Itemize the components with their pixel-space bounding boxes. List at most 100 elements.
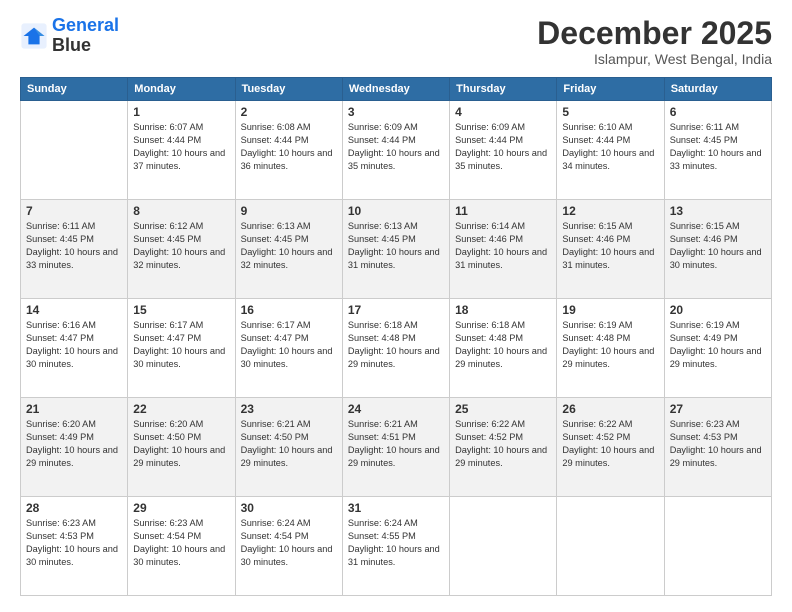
calendar-cell: 19 Sunrise: 6:19 AMSunset: 4:48 PMDayligh… (557, 299, 664, 398)
day-info: Sunrise: 6:20 AMSunset: 4:50 PMDaylight:… (133, 418, 229, 470)
day-number: 23 (241, 402, 337, 416)
day-info: Sunrise: 6:18 AMSunset: 4:48 PMDaylight:… (348, 319, 444, 371)
day-info: Sunrise: 6:13 AMSunset: 4:45 PMDaylight:… (348, 220, 444, 272)
day-number: 11 (455, 204, 551, 218)
day-number: 25 (455, 402, 551, 416)
calendar-cell: 10 Sunrise: 6:13 AMSunset: 4:45 PMDayligh… (342, 200, 449, 299)
calendar-cell: 8 Sunrise: 6:12 AMSunset: 4:45 PMDaylight… (128, 200, 235, 299)
calendar-cell: 3 Sunrise: 6:09 AMSunset: 4:44 PMDaylight… (342, 101, 449, 200)
location: Islampur, West Bengal, India (537, 51, 772, 67)
calendar-cell: 29Sunrise: 6:23 AMSunset: 4:54 PMDayligh… (128, 497, 235, 596)
day-info: Sunrise: 6:24 AMSunset: 4:55 PMDaylight:… (348, 517, 444, 569)
day-info: Sunrise: 6:11 AMSunset: 4:45 PMDaylight:… (670, 121, 766, 173)
day-info: Sunrise: 6:08 AMSunset: 4:44 PMDaylight:… (241, 121, 337, 173)
calendar-cell: 7 Sunrise: 6:11 AMSunset: 4:45 PMDaylight… (21, 200, 128, 299)
calendar-table: SundayMondayTuesdayWednesdayThursdayFrid… (20, 77, 772, 596)
day-info: Sunrise: 6:23 AMSunset: 4:53 PMDaylight:… (26, 517, 122, 569)
day-info: Sunrise: 6:13 AMSunset: 4:45 PMDaylight:… (241, 220, 337, 272)
day-number: 16 (241, 303, 337, 317)
calendar-cell: 21Sunrise: 6:20 AMSunset: 4:49 PMDayligh… (21, 398, 128, 497)
day-number: 6 (670, 105, 766, 119)
calendar-cell: 15 Sunrise: 6:17 AMSunset: 4:47 PMDayligh… (128, 299, 235, 398)
calendar-cell: 14Sunrise: 6:16 AMSunset: 4:47 PMDayligh… (21, 299, 128, 398)
calendar-cell: 1 Sunrise: 6:07 AMSunset: 4:44 PMDaylight… (128, 101, 235, 200)
header: General Blue December 2025 Islampur, Wes… (20, 16, 772, 67)
calendar-header-row: SundayMondayTuesdayWednesdayThursdayFrid… (21, 78, 772, 101)
day-number: 30 (241, 501, 337, 515)
day-number: 4 (455, 105, 551, 119)
calendar-cell: 31Sunrise: 6:24 AMSunset: 4:55 PMDayligh… (342, 497, 449, 596)
day-number: 17 (348, 303, 444, 317)
calendar-cell: 27 Sunrise: 6:23 AMSunset: 4:53 PMDayligh… (664, 398, 771, 497)
calendar-cell: 5Sunrise: 6:10 AMSunset: 4:44 PMDaylight… (557, 101, 664, 200)
day-number: 27 (670, 402, 766, 416)
day-number: 24 (348, 402, 444, 416)
weekday-header-sunday: Sunday (21, 78, 128, 101)
day-info: Sunrise: 6:22 AMSunset: 4:52 PMDaylight:… (562, 418, 658, 470)
calendar-cell: 2 Sunrise: 6:08 AMSunset: 4:44 PMDaylight… (235, 101, 342, 200)
calendar-cell (21, 101, 128, 200)
day-number: 20 (670, 303, 766, 317)
weekday-header-saturday: Saturday (664, 78, 771, 101)
day-number: 7 (26, 204, 122, 218)
day-number: 15 (133, 303, 229, 317)
logo-text: General Blue (52, 16, 119, 56)
day-number: 18 (455, 303, 551, 317)
calendar-cell: 17 Sunrise: 6:18 AMSunset: 4:48 PMDayligh… (342, 299, 449, 398)
day-number: 19 (562, 303, 658, 317)
calendar-cell: 25Sunrise: 6:22 AMSunset: 4:52 PMDayligh… (450, 398, 557, 497)
calendar-cell: 28Sunrise: 6:23 AMSunset: 4:53 PMDayligh… (21, 497, 128, 596)
logo-line1: General (52, 15, 119, 35)
day-number: 8 (133, 204, 229, 218)
calendar-cell: 13 Sunrise: 6:15 AMSunset: 4:46 PMDayligh… (664, 200, 771, 299)
day-info: Sunrise: 6:19 AMSunset: 4:48 PMDaylight:… (562, 319, 658, 371)
calendar-cell: 23 Sunrise: 6:21 AMSunset: 4:50 PMDayligh… (235, 398, 342, 497)
day-info: Sunrise: 6:15 AMSunset: 4:46 PMDaylight:… (670, 220, 766, 272)
calendar-week-5: 28Sunrise: 6:23 AMSunset: 4:53 PMDayligh… (21, 497, 772, 596)
calendar-cell: 11Sunrise: 6:14 AMSunset: 4:46 PMDayligh… (450, 200, 557, 299)
day-info: Sunrise: 6:21 AMSunset: 4:51 PMDaylight:… (348, 418, 444, 470)
calendar-cell (450, 497, 557, 596)
calendar-cell: 16 Sunrise: 6:17 AMSunset: 4:47 PMDayligh… (235, 299, 342, 398)
day-number: 2 (241, 105, 337, 119)
day-info: Sunrise: 6:24 AMSunset: 4:54 PMDaylight:… (241, 517, 337, 569)
day-info: Sunrise: 6:09 AMSunset: 4:44 PMDaylight:… (455, 121, 551, 173)
weekday-header-thursday: Thursday (450, 78, 557, 101)
calendar-cell: 20Sunrise: 6:19 AMSunset: 4:49 PMDayligh… (664, 299, 771, 398)
day-info: Sunrise: 6:23 AMSunset: 4:54 PMDaylight:… (133, 517, 229, 569)
calendar-week-3: 14Sunrise: 6:16 AMSunset: 4:47 PMDayligh… (21, 299, 772, 398)
calendar-cell: 9Sunrise: 6:13 AMSunset: 4:45 PMDaylight… (235, 200, 342, 299)
title-block: December 2025 Islampur, West Bengal, Ind… (537, 16, 772, 67)
day-info: Sunrise: 6:17 AMSunset: 4:47 PMDaylight:… (241, 319, 337, 371)
day-number: 13 (670, 204, 766, 218)
day-number: 1 (133, 105, 229, 119)
day-number: 3 (348, 105, 444, 119)
day-info: Sunrise: 6:07 AMSunset: 4:44 PMDaylight:… (133, 121, 229, 173)
logo-icon (20, 22, 48, 50)
day-number: 10 (348, 204, 444, 218)
calendar-cell: 30 Sunrise: 6:24 AMSunset: 4:54 PMDayligh… (235, 497, 342, 596)
weekday-header-monday: Monday (128, 78, 235, 101)
day-number: 26 (562, 402, 658, 416)
day-info: Sunrise: 6:17 AMSunset: 4:47 PMDaylight:… (133, 319, 229, 371)
weekday-header-tuesday: Tuesday (235, 78, 342, 101)
calendar-week-2: 7 Sunrise: 6:11 AMSunset: 4:45 PMDaylight… (21, 200, 772, 299)
month-title: December 2025 (537, 16, 772, 51)
day-info: Sunrise: 6:18 AMSunset: 4:48 PMDaylight:… (455, 319, 551, 371)
calendar-cell: 18 Sunrise: 6:18 AMSunset: 4:48 PMDayligh… (450, 299, 557, 398)
calendar-cell: 4 Sunrise: 6:09 AMSunset: 4:44 PMDaylight… (450, 101, 557, 200)
calendar-cell: 26 Sunrise: 6:22 AMSunset: 4:52 PMDayligh… (557, 398, 664, 497)
day-info: Sunrise: 6:12 AMSunset: 4:45 PMDaylight:… (133, 220, 229, 272)
day-info: Sunrise: 6:21 AMSunset: 4:50 PMDaylight:… (241, 418, 337, 470)
calendar-cell: 22 Sunrise: 6:20 AMSunset: 4:50 PMDayligh… (128, 398, 235, 497)
day-info: Sunrise: 6:16 AMSunset: 4:47 PMDaylight:… (26, 319, 122, 371)
day-info: Sunrise: 6:11 AMSunset: 4:45 PMDaylight:… (26, 220, 122, 272)
logo: General Blue (20, 16, 119, 56)
day-info: Sunrise: 6:23 AMSunset: 4:53 PMDaylight:… (670, 418, 766, 470)
day-info: Sunrise: 6:09 AMSunset: 4:44 PMDaylight:… (348, 121, 444, 173)
day-number: 22 (133, 402, 229, 416)
page: General Blue December 2025 Islampur, Wes… (0, 0, 792, 612)
calendar-cell (664, 497, 771, 596)
day-number: 5 (562, 105, 658, 119)
day-info: Sunrise: 6:15 AMSunset: 4:46 PMDaylight:… (562, 220, 658, 272)
